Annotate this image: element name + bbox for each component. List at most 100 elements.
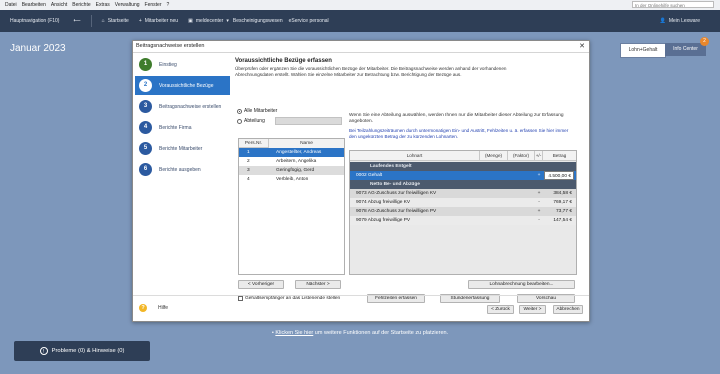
gehalt-listenende-checkbox[interactable]: Gehaltsempfänger an das Listenende stell… [238, 296, 340, 301]
help-icon[interactable]: ? [139, 304, 147, 312]
menu-item[interactable]: Datei [5, 2, 17, 8]
add-user-icon: + [138, 18, 142, 24]
radio-unselected-icon [237, 118, 242, 124]
table-row[interactable]: 1 Angestellter, Andreas [239, 148, 344, 157]
lohnart-label: 9073 AG-Zuschuss zur freiwilligen KV [356, 191, 437, 196]
menu-item[interactable]: Fenster [145, 2, 162, 8]
problems-hints-button[interactable]: ! Probleme (0) & Hinweise (0) [14, 341, 150, 361]
name-cell: Verbleib, Anton [276, 177, 309, 182]
cancel-button[interactable]: Abbrechen [553, 305, 583, 314]
mein-lexware-label: Mein Lexware [668, 18, 700, 24]
table-row[interactable]: 3 Geringfügig, Gerd [239, 166, 344, 175]
menu-bar: Datei Bearbeiten Ansicht Berichte Extras Verw… [0, 0, 720, 10]
table-row[interactable]: 2 Arbeitern, Angelika [239, 157, 344, 166]
dialog-content: Voraussichtliche Bezüge erfassen Überprü… [235, 53, 585, 303]
lohnart-row[interactable]: 9074 Abzug freiwillige KV - 769,17 € [350, 198, 576, 207]
meldecenter-label: meldecenter [195, 18, 224, 24]
tab-lohn-gehalt[interactable]: Lohn+Gehalt [620, 43, 666, 58]
betrag-input[interactable]: 4.500,00 € [544, 171, 574, 180]
meldecenter-icon: ▣ [188, 18, 193, 24]
name-cell: Geringfügig, Gerd [276, 168, 315, 173]
betrag-cell: 147,54 € [553, 218, 572, 223]
column-header-faktor[interactable]: (Faktor) [508, 151, 535, 161]
chevron-down-icon: ▾ [226, 18, 229, 24]
nav-separator [90, 15, 92, 27]
intro-text: Überprüfen oder ergänzen Sie die vorauss… [235, 66, 507, 77]
section-row: Laufendes Entgelt [350, 162, 576, 171]
column-header-menge[interactable]: (Menge) [480, 151, 508, 161]
menu-item[interactable]: ? [167, 2, 170, 8]
meldecenter-button[interactable]: ▣ meldecenter ▾ [188, 18, 229, 24]
lohnart-label: 9078 AG-Zuschuss zur freiwilligen PV [356, 209, 437, 214]
dialog-title: Beitragsnachweise erstellen [136, 43, 205, 49]
radio-abteilung[interactable]: Abteilung [237, 118, 265, 124]
menu-item[interactable]: Ansicht [51, 2, 67, 8]
problems-hints-label: Probleme (0) & Hinweise (0) [51, 348, 125, 354]
menu-item[interactable]: Verwaltung [115, 2, 140, 8]
close-icon[interactable]: ✕ [579, 41, 585, 52]
lohnart-label: Laufendes Entgelt [370, 164, 412, 169]
betrag-cell: 384,58 € [553, 191, 572, 196]
lohnart-row[interactable]: 0002 Gehalt +4.500,00 € [350, 171, 576, 180]
startseite-hint-link[interactable]: Klicken Sie hier [275, 330, 313, 336]
help-search-input[interactable]: In der Onlinehilfe suchen [632, 1, 714, 8]
table-row[interactable]: 4 Verbleib, Anton [239, 175, 344, 184]
sign-cell: + [537, 191, 541, 196]
bescheinigungswesen-button[interactable]: Bescheinigungswesen [233, 18, 283, 24]
mein-lexware-button[interactable]: 👤 Mein Lexware [660, 18, 700, 24]
alert-icon: ! [39, 347, 48, 355]
menu-item[interactable]: Berichte [72, 2, 90, 8]
navigation-bar: Hauptnavigation (F10) ⟵ ⌂ Startseite + M… [0, 10, 720, 32]
persnr-cell: 3 [247, 168, 250, 173]
hint-text: um weitere Funktionen auf der Startseite… [313, 330, 449, 336]
home-icon: ⌂ [101, 18, 105, 24]
back-button[interactable]: < Zurück [487, 305, 514, 314]
wizard-step[interactable]: 3 Beitragsnachweise erstellen [135, 97, 230, 116]
step-label: Berichte ausgeben [159, 166, 201, 173]
wizard-step[interactable]: 1 Einstieg [135, 55, 230, 74]
teilzahlung-hint-text: Bei Teilzahlungszeiträumen durch untermo… [349, 128, 569, 139]
step-label: Berichte Mitarbeiter [159, 145, 203, 152]
radio-selected-icon [237, 108, 242, 114]
name-cell: Angestellter, Andreas [276, 150, 322, 155]
wizard-step[interactable]: 4 Berichte Firma [135, 118, 230, 137]
gehalt-listenende-label: Gehaltsempfänger an das Listenende stell… [245, 296, 341, 301]
step-label: Beitragsnachweise erstellen [159, 103, 222, 110]
lohnart-row[interactable]: 9073 AG-Zuschuss zur freiwilligen KV +384… [350, 189, 576, 198]
persnr-cell: 1 [247, 150, 250, 155]
menu-item[interactable]: Bearbeiten [22, 2, 46, 8]
lohnart-row[interactable]: 9078 AG-Zuschuss zur freiwilligen PV +73,… [350, 207, 576, 216]
startseite-label: Startseite [107, 18, 129, 24]
forward-button[interactable]: Weiter > [519, 305, 546, 314]
column-header-betrag[interactable]: Betrag [543, 151, 576, 161]
section-row: Netto Be- und Abzüge [350, 180, 576, 189]
wizard-step[interactable]: 2 Voraussichtliche Bezüge [135, 76, 230, 95]
column-header-sign[interactable]: +/- [535, 151, 543, 161]
step-number-icon: 1 [139, 58, 152, 71]
radio-alle-mitarbeiter[interactable]: Alle Mitarbeiter [237, 108, 277, 114]
column-header-persnr[interactable]: Pers.Nr. [239, 139, 269, 148]
help-label[interactable]: Hilfe [158, 305, 168, 311]
lohnart-label: 9079 Abzug freiwillige PV [356, 218, 411, 223]
wizard-step[interactable]: 5 Berichte Mitarbeiter [135, 139, 230, 158]
persnr-cell: 2 [247, 159, 250, 164]
previous-employee-button[interactable]: < Vorheriger [238, 280, 284, 289]
employee-table: Pers.Nr. Name 1 Angestellter, Andreas 2 Arb… [238, 138, 345, 275]
mitarbeiter-neu-button[interactable]: + Mitarbeiter neu [139, 18, 178, 24]
main-navigation-button[interactable]: Hauptnavigation (F10) [10, 18, 59, 24]
back-arrow-icon[interactable]: ⟵ [73, 18, 80, 24]
betrag-cell: 769,17 € [553, 200, 572, 205]
menu-item[interactable]: Extras [96, 2, 110, 8]
radio-abteilung-label: Abteilung [244, 118, 265, 124]
next-employee-button[interactable]: Nächster > [295, 280, 341, 289]
wizard-step[interactable]: 6 Berichte ausgeben [135, 160, 230, 179]
footer-divider [133, 295, 589, 296]
lohnabrechnung-bearbeiten-button[interactable]: Lohnabrechnung bearbeiten... [468, 280, 575, 289]
eservice-button[interactable]: eService personal [289, 18, 329, 24]
column-header-lohnart[interactable]: Lohnart [350, 151, 480, 161]
radio-alle-label: Alle Mitarbeiter [244, 108, 278, 114]
abteilung-select[interactable] [275, 117, 342, 125]
startseite-button[interactable]: ⌂ Startseite [102, 18, 129, 24]
tab-info-center[interactable]: Info Center [665, 43, 706, 56]
lohnart-row[interactable]: 9079 Abzug freiwillige PV - 147,54 € [350, 216, 576, 225]
